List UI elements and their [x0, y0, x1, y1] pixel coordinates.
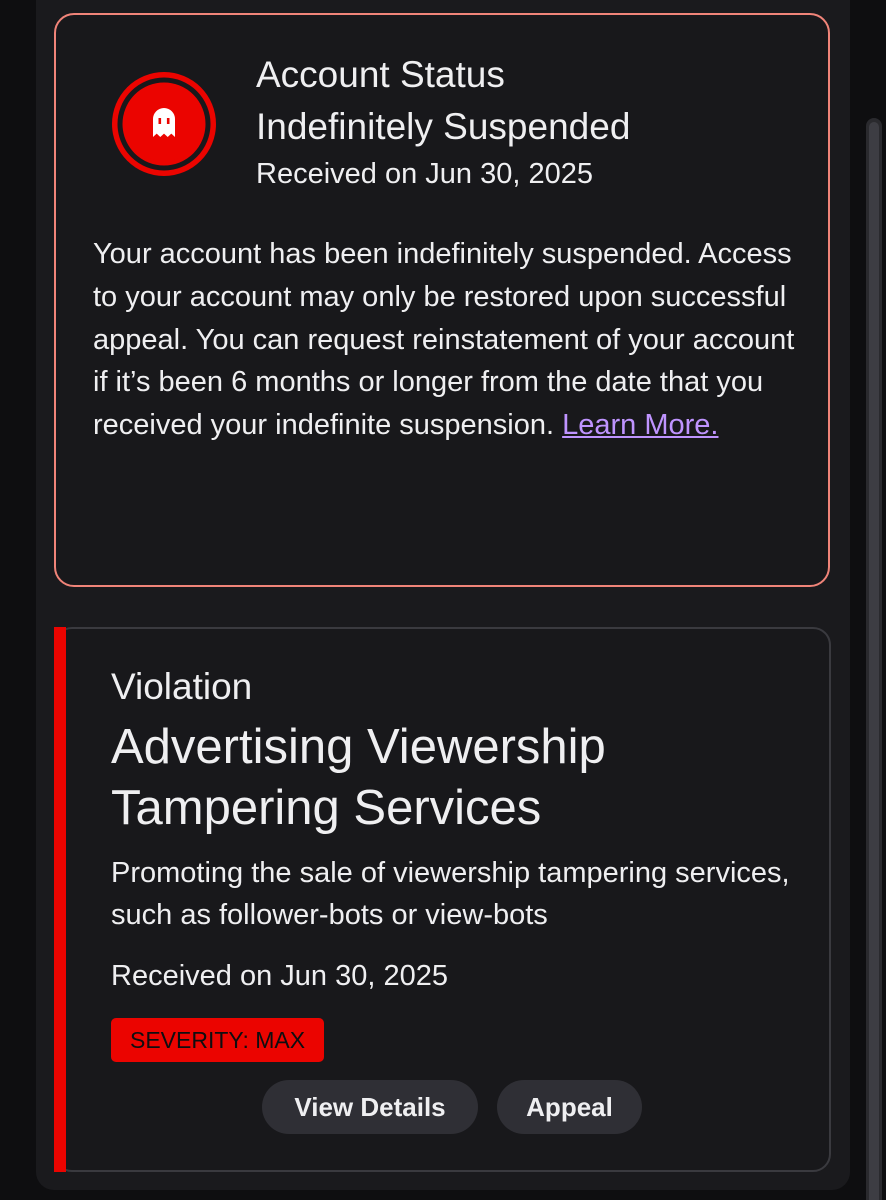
- ghost-icon: [110, 70, 218, 178]
- scrollbar-thumb[interactable]: [869, 122, 879, 1200]
- status-description: Your account has been indefinitely suspe…: [93, 233, 803, 447]
- severity-badge: SEVERITY: MAX: [111, 1018, 325, 1062]
- appeal-button[interactable]: Appeal: [497, 1080, 642, 1134]
- violation-accent-bar: [54, 627, 66, 1172]
- status-state: Indefinitely Suspended: [256, 106, 631, 147]
- violation-description: Promoting the sale of viewership tamperi…: [111, 857, 790, 931]
- violation-label: Violation: [111, 666, 253, 707]
- status-received-date: Received on Jun 30, 2025: [256, 158, 593, 190]
- violation-title: Advertising Viewership Tampering Service…: [111, 720, 606, 835]
- page: Account Status Indefinitely Suspended Re…: [0, 0, 886, 1200]
- view-details-button[interactable]: View Details: [262, 1080, 478, 1134]
- violation-received-date: Received on Jun 30, 2025: [111, 960, 448, 992]
- status-title: Account Status: [256, 54, 505, 95]
- learn-more-link[interactable]: Learn More.: [562, 409, 718, 441]
